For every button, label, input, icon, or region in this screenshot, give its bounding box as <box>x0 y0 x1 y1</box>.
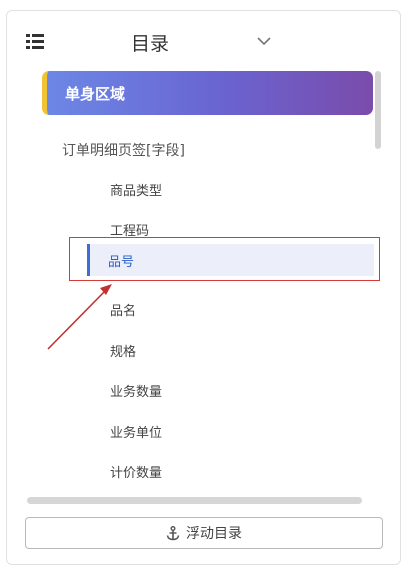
panel-header: 目录 <box>7 11 400 71</box>
chevron-down-icon[interactable] <box>256 33 272 49</box>
tree-item[interactable]: 业务单位 <box>110 422 162 441</box>
anchor-icon <box>166 525 180 540</box>
tree-group-item[interactable]: 订单明细页签[字段] <box>62 140 185 160</box>
list-icon[interactable] <box>26 34 46 50</box>
float-catalog-button[interactable]: 浮动目录 <box>25 517 383 549</box>
tree-item[interactable]: 规格 <box>110 341 136 360</box>
vertical-scrollbar[interactable] <box>375 71 381 149</box>
tree-scroll-area[interactable]: 单身区域 订单明细页签[字段] 商品类型 工程码 品号 品名 规格 业务数量 业… <box>7 71 400 506</box>
tree-region-item[interactable]: 单身区域 <box>42 71 373 115</box>
highlight-box <box>69 237 380 281</box>
tree-item[interactable]: 商品类型 <box>110 180 162 199</box>
horizontal-scrollbar[interactable] <box>27 497 362 504</box>
float-catalog-label: 浮动目录 <box>186 526 242 542</box>
tree-item[interactable]: 业务数量 <box>110 381 162 400</box>
panel-title: 目录 <box>131 33 170 55</box>
tree-item[interactable]: 计价数量 <box>110 462 162 481</box>
catalog-panel: 目录 单身区域 订单明细页签[字段] 商品类型 工程码 品号 品名 规格 业务数… <box>6 10 401 565</box>
tree-item[interactable]: 品名 <box>110 300 136 319</box>
